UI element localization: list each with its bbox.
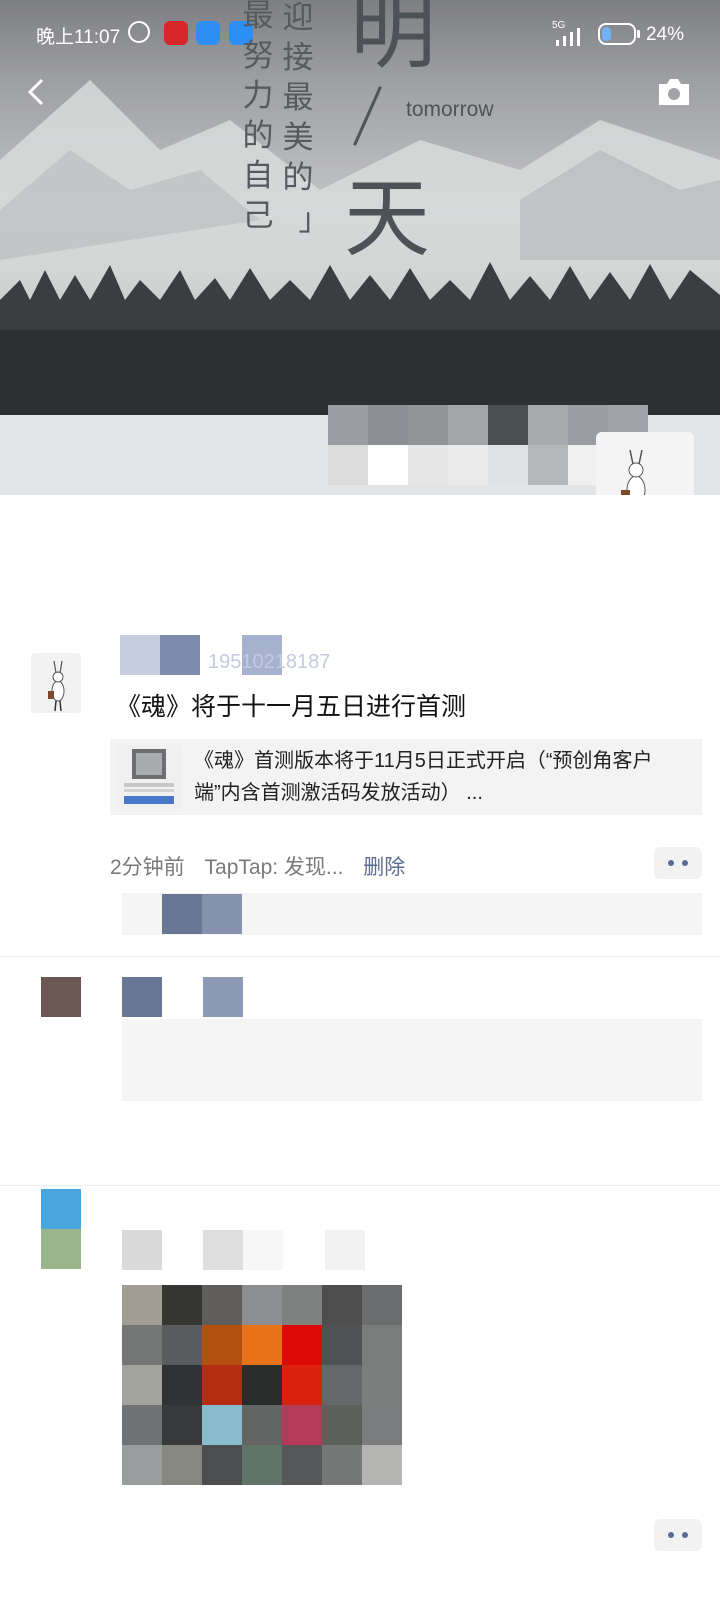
post-avatar[interactable] xyxy=(31,653,81,713)
shared-link-title: 《魂》首测版本将于11月5日正式开启（“预创角客户端”内含首测激活码发放活动） … xyxy=(194,750,653,804)
more-dot-icon xyxy=(682,860,688,866)
back-button[interactable] xyxy=(18,72,58,112)
status-time: 晚上11:07 xyxy=(36,27,121,48)
post-text: 《魂》将于十一月五日进行首测 xyxy=(116,693,467,721)
post-image-blurred[interactable] xyxy=(122,1285,402,1485)
red-packet-icon xyxy=(164,21,188,45)
poster-big-char-2: 天 xyxy=(344,169,430,269)
more-options-button[interactable] xyxy=(654,1519,702,1551)
post-divider xyxy=(0,1185,720,1186)
poster-line-2: 迎接最美的 xyxy=(282,0,314,196)
liker-avatar[interactable] xyxy=(162,894,202,934)
post-source[interactable]: TapTap: 发现... xyxy=(205,856,344,879)
liker-avatar[interactable] xyxy=(202,894,242,934)
likes-bar xyxy=(122,893,702,935)
more-options-button[interactable] xyxy=(654,847,702,879)
post-avatar[interactable] xyxy=(41,1189,81,1229)
post-avatar[interactable] xyxy=(41,1229,81,1269)
rabbit-avatar-icon xyxy=(48,660,65,712)
more-dot-icon xyxy=(668,1532,674,1538)
post-username[interactable]: 19510218187 xyxy=(120,635,350,675)
camera-icon xyxy=(659,79,689,105)
rabbit-avatar-icon xyxy=(596,432,694,495)
post-content-blurred xyxy=(122,1019,702,1101)
post-username-mosaic[interactable] xyxy=(122,977,162,1017)
profile-avatar[interactable] xyxy=(596,432,694,495)
post-username-mosaic[interactable] xyxy=(325,1230,365,1270)
delete-link[interactable]: 删除 xyxy=(363,856,405,879)
username-text: 19510218187 xyxy=(208,651,331,673)
username-mosaic xyxy=(160,635,200,675)
shared-link-thumbnail xyxy=(116,745,182,809)
post-username-mosaic[interactable] xyxy=(243,1230,283,1270)
poster-big-char-1: 明 xyxy=(350,0,436,81)
moments-feed: 19510218187 《魂》将于十一月五日进行首测 《魂》首测版本将于11月5… xyxy=(0,495,720,1600)
battery-percent: 24% xyxy=(645,24,684,45)
battery-icon xyxy=(598,23,640,45)
poster-line-1: 最努力的自己 xyxy=(242,0,274,234)
poster-tomorrow: tomorrow xyxy=(406,98,494,121)
post-divider xyxy=(0,956,720,957)
post-meta: 2分钟前 TapTap: 发现... 删除 xyxy=(110,851,405,881)
game-thumbnail-icon xyxy=(116,745,182,809)
post-username-mosaic[interactable] xyxy=(122,1230,162,1270)
camera-button[interactable] xyxy=(656,76,692,108)
post-content: 19510218187 《魂》将于十一月五日进行首测 《魂》首测版本将于11月5… xyxy=(110,635,702,955)
message-app-icon xyxy=(196,21,220,45)
shared-link-card[interactable]: 《魂》首测版本将于11月5日正式开启（“预创角客户端”内含首测激活码发放活动） … xyxy=(110,739,702,815)
signal-icon xyxy=(556,28,580,46)
post-time: 2分钟前 xyxy=(110,856,185,879)
more-dot-icon xyxy=(682,1532,688,1538)
more-dot-icon xyxy=(668,860,674,866)
post-avatar[interactable] xyxy=(41,977,81,1017)
cover-image[interactable]: 晚上11:07 5G 24% 最努力的自己 迎接最美的 」 明 tomorrow… xyxy=(0,0,720,495)
post-username-mosaic[interactable] xyxy=(203,1230,243,1270)
post-username-mosaic[interactable] xyxy=(203,977,243,1017)
username-mosaic xyxy=(120,635,160,675)
chevron-left-icon xyxy=(27,78,44,106)
alarm-icon xyxy=(128,21,150,43)
poster-bracket: 」 xyxy=(298,202,330,238)
